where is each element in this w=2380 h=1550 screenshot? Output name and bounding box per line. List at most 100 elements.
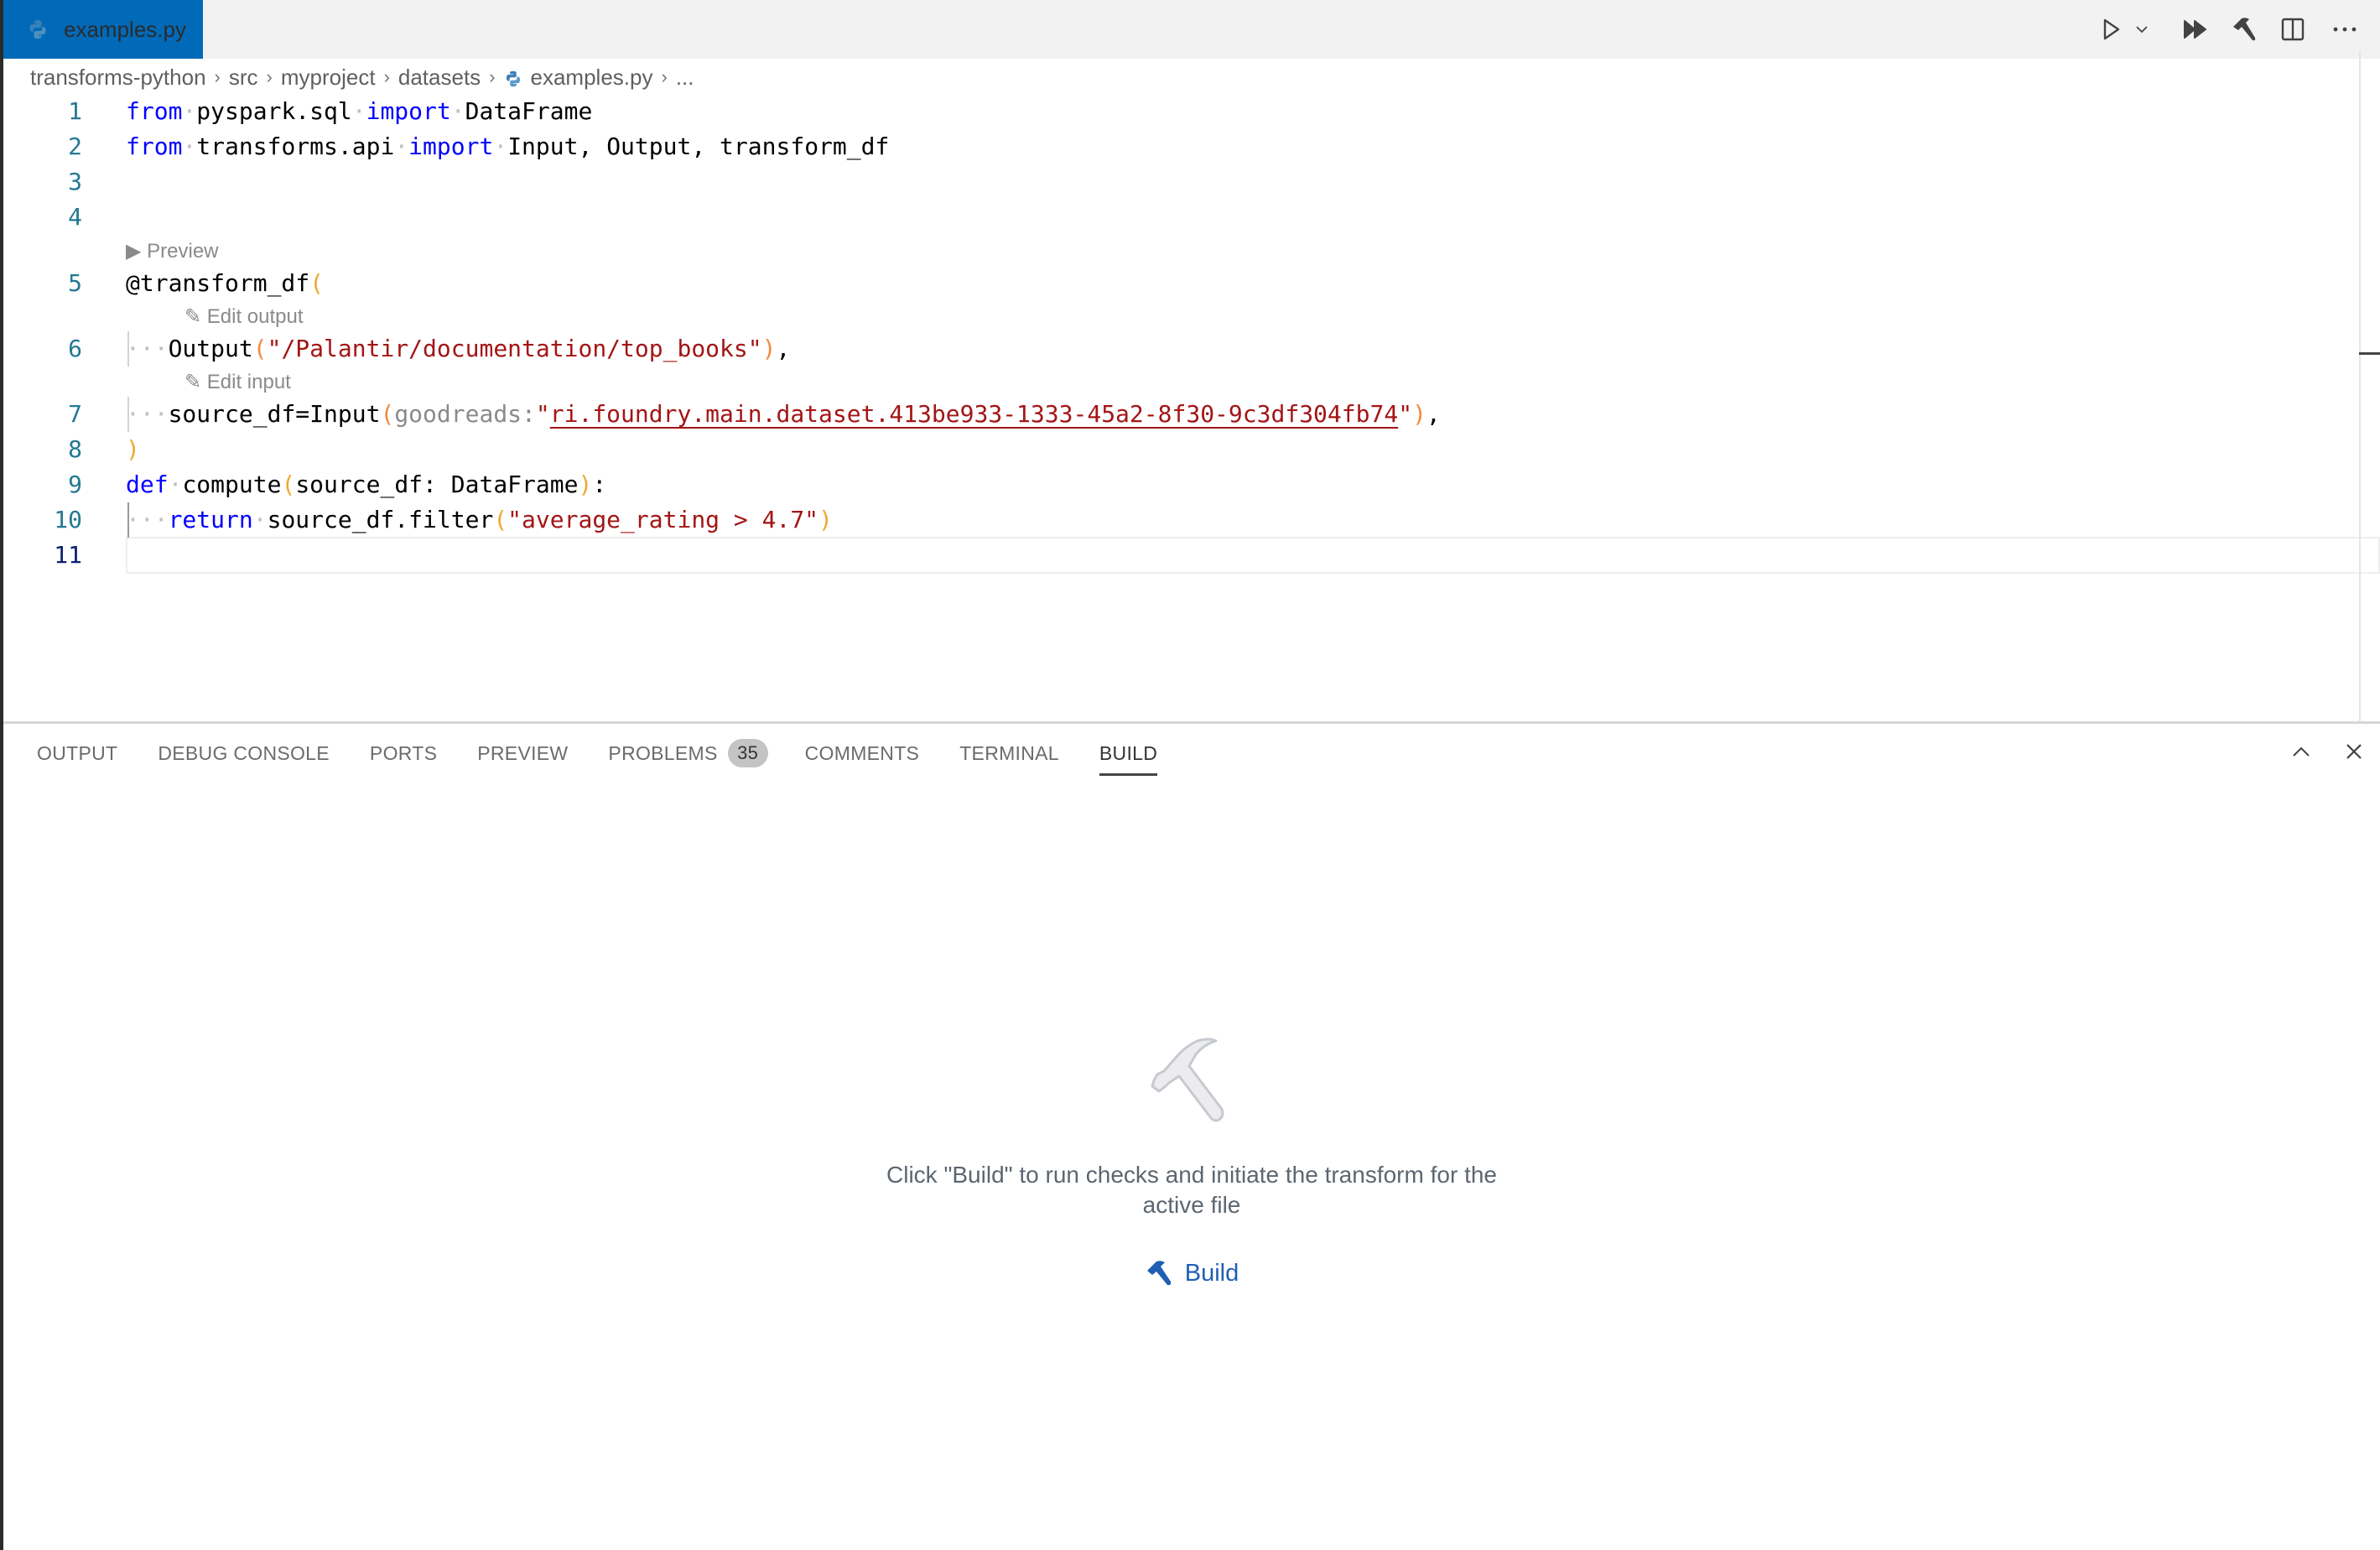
code-line: 6 ···Output("/Palantir/documentation/top… bbox=[3, 331, 2380, 367]
line-number: 1 bbox=[68, 97, 82, 125]
tab-output[interactable]: OUTPUT bbox=[37, 724, 117, 783]
code-line: 8 ) bbox=[3, 432, 2380, 467]
editor-scrollbar[interactable] bbox=[2359, 50, 2361, 721]
build-button-label: Build bbox=[1184, 1259, 1239, 1287]
code-text: ) bbox=[126, 435, 140, 463]
code-line: 11 bbox=[3, 538, 2380, 573]
line-number: 9 bbox=[68, 471, 82, 498]
line-number: 6 bbox=[68, 335, 82, 362]
breadcrumb-item[interactable]: examples.py bbox=[531, 65, 653, 91]
chevron-down-icon bbox=[2136, 26, 2148, 34]
edit-output-codelens[interactable]: ✎ Edit output bbox=[184, 302, 304, 332]
pencil-icon: ✎ bbox=[184, 371, 202, 393]
code-line: 1 from·pyspark.sql·import·DataFrame bbox=[3, 94, 2380, 129]
hammer-icon bbox=[2233, 18, 2256, 41]
maximize-panel-button[interactable] bbox=[2291, 745, 2311, 762]
editor-toolbar bbox=[2093, 0, 2380, 59]
split-editor-button[interactable] bbox=[2269, 0, 2316, 59]
tab-ports[interactable]: PORTS bbox=[370, 724, 437, 783]
pencil-icon: ✎ bbox=[184, 305, 202, 328]
ellipsis-icon bbox=[2333, 27, 2357, 32]
line-number: 3 bbox=[68, 168, 82, 195]
code-text: from·pyspark.sql·import·DataFrame bbox=[126, 97, 593, 125]
bottom-panel: OUTPUT DEBUG CONSOLE PORTS PREVIEW PROBL… bbox=[3, 721, 2380, 1550]
triangle-right-icon: ▶ bbox=[126, 240, 142, 263]
code-line: 9 def·compute(source_df: DataFrame): bbox=[3, 467, 2380, 502]
panel-tab-list: OUTPUT DEBUG CONSOLE PORTS PREVIEW PROBL… bbox=[3, 724, 1158, 783]
inlay-hint: goodreads: bbox=[394, 400, 536, 428]
code-line: 5 @transform_df( bbox=[3, 266, 2380, 301]
breadcrumb-separator: › bbox=[489, 66, 496, 87]
window-edge bbox=[0, 0, 3, 1550]
code-line: 10 ···return·source_df.filter("average_r… bbox=[3, 502, 2380, 538]
edit-input-codelens[interactable]: ✎ Edit input bbox=[184, 367, 291, 398]
codelens-label: Edit output bbox=[206, 305, 304, 328]
close-icon bbox=[2346, 743, 2362, 759]
run-options-button[interactable] bbox=[2130, 0, 2154, 59]
split-editor-icon bbox=[2281, 18, 2305, 41]
breadcrumb-separator: › bbox=[214, 66, 221, 87]
tab-terminal[interactable]: TERMINAL bbox=[959, 724, 1059, 783]
play-icon bbox=[2103, 18, 2120, 40]
code-text: @transform_df( bbox=[126, 269, 325, 297]
build-button[interactable]: Build bbox=[1145, 1259, 1239, 1287]
panel-actions bbox=[2291, 724, 2363, 783]
fast-forward-icon bbox=[2184, 20, 2206, 39]
hammer-icon bbox=[1146, 1261, 1171, 1286]
indent-guide bbox=[127, 331, 129, 367]
tab-debug-console[interactable]: DEBUG CONSOLE bbox=[158, 724, 330, 783]
scrollbar-cursor-marker bbox=[2359, 352, 2380, 355]
tab-label: examples.py bbox=[64, 16, 186, 42]
breadcrumb-item[interactable]: src bbox=[229, 65, 258, 91]
more-actions-button[interactable] bbox=[2316, 0, 2373, 59]
code-text: def·compute(source_df: DataFrame): bbox=[126, 471, 607, 498]
build-empty-state: Click "Build" to run checks and initiate… bbox=[3, 1034, 2380, 1292]
code-editor[interactable]: 1 from·pyspark.sql·import·DataFrame 2 fr… bbox=[3, 94, 2380, 721]
line-number: 8 bbox=[68, 435, 82, 463]
line-number: 4 bbox=[68, 203, 82, 231]
tab-examples-py[interactable]: examples.py bbox=[3, 0, 203, 59]
chevron-up-icon bbox=[2293, 746, 2310, 757]
close-panel-button[interactable] bbox=[2345, 742, 2363, 765]
breadcrumb-item[interactable]: transforms-python bbox=[30, 65, 206, 91]
tab-build[interactable]: BUILD bbox=[1099, 724, 1158, 783]
codelens-label: Edit input bbox=[206, 371, 291, 393]
breadcrumb-separator: › bbox=[266, 66, 273, 87]
code-text: ···source_df=Input(goodreads:"ri.foundry… bbox=[126, 400, 1441, 428]
breadcrumb-item[interactable]: myproject bbox=[281, 65, 376, 91]
breadcrumb: transforms-python › src › myproject › da… bbox=[30, 60, 694, 94]
python-icon bbox=[504, 68, 522, 87]
codelens-label: Preview bbox=[147, 240, 219, 263]
line-number: 2 bbox=[68, 133, 82, 160]
tab-preview[interactable]: PREVIEW bbox=[477, 724, 568, 783]
code-text: from·transforms.api·import·Input, Output… bbox=[126, 133, 890, 160]
line-number: 11 bbox=[54, 541, 82, 569]
breadcrumb-item[interactable]: ... bbox=[676, 65, 694, 91]
breadcrumb-separator: › bbox=[383, 66, 390, 87]
indent-guide bbox=[127, 397, 129, 432]
indent-guide bbox=[127, 502, 129, 538]
line-number: 10 bbox=[54, 506, 82, 533]
empty-state-message: Click "Build" to run checks and initiate… bbox=[886, 1162, 1497, 1218]
python-icon bbox=[27, 18, 49, 40]
preview-codelens[interactable]: ▶ Preview bbox=[126, 237, 219, 267]
hammer-illustration-icon bbox=[1151, 1038, 1224, 1122]
breadcrumb-item[interactable]: datasets bbox=[398, 65, 481, 91]
code-line: 4 bbox=[3, 200, 2380, 235]
breadcrumb-separator: › bbox=[661, 66, 668, 87]
build-toolbar-button[interactable] bbox=[2219, 0, 2269, 59]
code-line: 3 bbox=[3, 164, 2380, 200]
code-text: ···Output("/Palantir/documentation/top_b… bbox=[126, 335, 791, 362]
code-line: 2 from·transforms.api·import·Input, Outp… bbox=[3, 129, 2380, 164]
dataset-rid-link[interactable]: ri.foundry.main.dataset.413be933-1333-45… bbox=[550, 400, 1398, 428]
problems-count-badge: 35 bbox=[727, 739, 768, 767]
tab-problems[interactable]: PROBLEMS 35 bbox=[608, 724, 768, 783]
run-button[interactable] bbox=[2093, 0, 2130, 59]
tab-comments[interactable]: COMMENTS bbox=[805, 724, 920, 783]
line-number: 7 bbox=[68, 400, 82, 428]
editor-tab-bar: examples.py bbox=[0, 0, 2380, 59]
line-number: 5 bbox=[68, 269, 82, 297]
code-line: 7 ···source_df=Input(goodreads:"ri.found… bbox=[3, 397, 2380, 432]
code-text: ···return·source_df.filter("average_rati… bbox=[126, 506, 833, 533]
run-all-button[interactable] bbox=[2172, 0, 2219, 59]
